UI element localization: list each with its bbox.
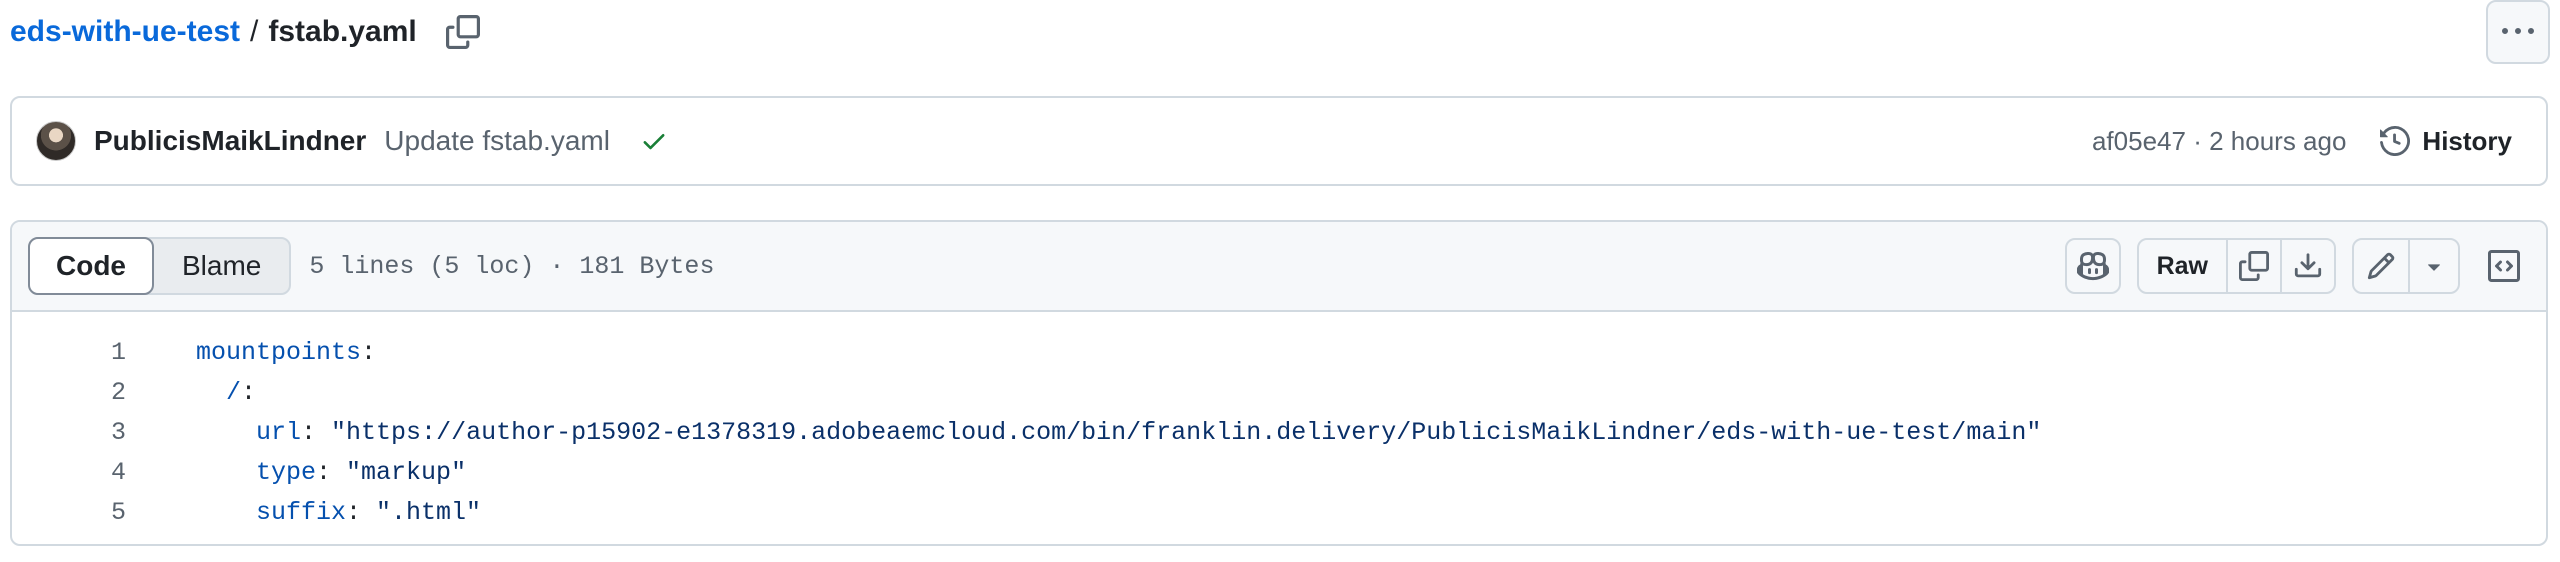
code-line: 2 /: — [12, 372, 2546, 412]
commit-message-link[interactable]: Update fstab.yaml — [384, 125, 610, 157]
line-number[interactable]: 3 — [12, 418, 126, 447]
copy-raw-button[interactable] — [2226, 240, 2280, 292]
code-view: 1 mountpoints: 2 /: 3 url: "https://auth… — [12, 312, 2546, 532]
yaml-value: "markup" — [346, 457, 467, 487]
file-header: eds-with-ue-test / fstab.yaml — [10, 0, 2550, 64]
breadcrumb-repo-link[interactable]: eds-with-ue-test — [10, 15, 240, 49]
download-raw-button[interactable] — [2280, 240, 2334, 292]
line-number[interactable]: 4 — [12, 458, 126, 487]
history-label: History — [2422, 125, 2512, 156]
yaml-key: type — [256, 457, 317, 487]
pencil-icon — [2367, 252, 2395, 280]
commit-time: 2 hours ago — [2209, 125, 2347, 156]
copilot-button[interactable] — [2064, 238, 2121, 294]
yaml-separator: : — [241, 377, 257, 407]
copy-icon — [2239, 251, 2269, 281]
commit-sha-link[interactable]: af05e47 — [2092, 126, 2186, 156]
code-line: 5 suffix: ".html" — [12, 492, 2546, 532]
line-number[interactable]: 1 — [12, 338, 126, 367]
check-icon — [643, 134, 665, 150]
yaml-separator: : — [346, 497, 377, 527]
more-edit-options-button[interactable] — [2408, 240, 2458, 292]
code-square-icon — [2488, 250, 2520, 282]
kebab-horizontal-icon — [2502, 28, 2534, 34]
breadcrumb: eds-with-ue-test / fstab.yaml — [10, 12, 483, 52]
avatar[interactable] — [36, 121, 76, 161]
copy-icon — [445, 15, 480, 49]
view-mode-toggle: Code Blame — [28, 237, 292, 295]
file-toolbar: Code Blame 5 lines (5 loc) · 181 Bytes R… — [12, 222, 2546, 312]
commit-author-link[interactable]: PublicisMaikLindner — [94, 125, 366, 157]
yaml-value: ".html" — [376, 497, 482, 527]
triangle-down-icon — [2428, 264, 2440, 271]
yaml-key: / — [226, 377, 242, 407]
line-content: type: "markup" — [196, 458, 466, 487]
yaml-separator: : — [301, 417, 332, 447]
more-options-button[interactable] — [2486, 0, 2550, 64]
symbols-panel-button[interactable] — [2476, 238, 2532, 294]
copy-path-button[interactable] — [443, 12, 483, 52]
history-icon — [2380, 126, 2411, 156]
yaml-separator: : — [361, 337, 377, 367]
tab-blame[interactable]: Blame — [154, 239, 289, 293]
raw-actions-group: Raw — [2136, 238, 2336, 294]
line-content: mountpoints: — [196, 338, 376, 367]
yaml-key: url — [256, 417, 302, 447]
line-number[interactable]: 5 — [12, 498, 126, 527]
copilot-icon — [2076, 251, 2109, 281]
line-content: url: "https://author-p15902-e1378319.ado… — [196, 418, 2041, 447]
breadcrumb-separator: / — [250, 15, 259, 48]
commit-meta: af05e47 · 2 hours ago History — [2092, 113, 2524, 169]
file-viewer: Code Blame 5 lines (5 loc) · 181 Bytes R… — [10, 220, 2548, 546]
download-icon — [2294, 253, 2322, 278]
edit-actions-group — [2352, 238, 2460, 294]
history-button[interactable]: History — [2368, 113, 2524, 169]
breadcrumb-file-name: fstab.yaml — [268, 15, 417, 48]
check-status[interactable] — [640, 127, 668, 155]
code-line: 1 mountpoints: — [12, 332, 2546, 372]
commit-sha-time: af05e47 · 2 hours ago — [2092, 126, 2346, 157]
latest-commit-bar: PublicisMaikLindner Update fstab.yaml af… — [10, 96, 2548, 186]
yaml-separator: : — [316, 457, 347, 487]
code-line: 3 url: "https://author-p15902-e1378319.a… — [12, 412, 2546, 452]
file-actions: Raw — [2064, 238, 2532, 294]
file-info: 5 lines (5 loc) · 181 Bytes — [309, 251, 715, 281]
line-number[interactable]: 2 — [12, 378, 126, 407]
raw-button[interactable]: Raw — [2139, 240, 2226, 292]
yaml-value: "https://author-p15902-e1378319.adobeaem… — [331, 417, 2042, 447]
tab-code[interactable]: Code — [28, 237, 154, 295]
yaml-key: mountpoints — [196, 337, 362, 367]
edit-file-button[interactable] — [2354, 240, 2408, 292]
meta-dot: · — [2193, 125, 2202, 156]
line-content: suffix: ".html" — [196, 498, 481, 527]
code-line: 4 type: "markup" — [12, 452, 2546, 492]
yaml-key: suffix — [256, 497, 347, 527]
line-content: /: — [196, 378, 256, 407]
